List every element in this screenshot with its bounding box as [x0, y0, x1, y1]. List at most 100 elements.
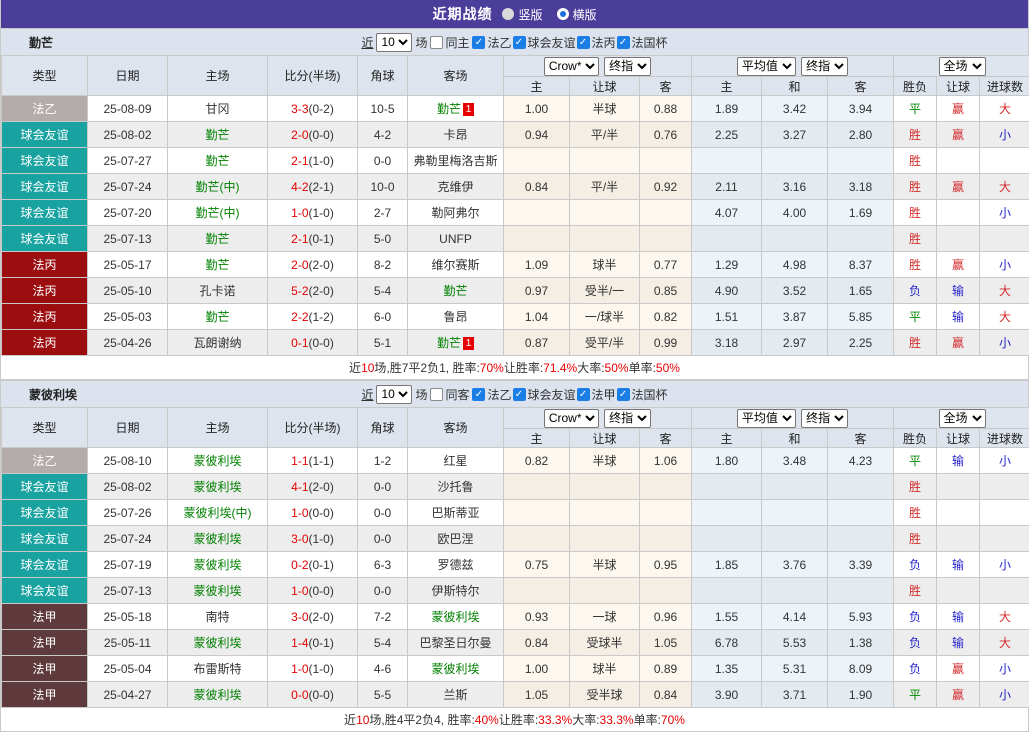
checkbox-checked-icon[interactable]: ✓	[472, 387, 486, 401]
sub-header-result: 胜负	[893, 428, 938, 448]
avg-odds-away	[826, 473, 895, 500]
home-team-cell: 勤芒	[167, 121, 268, 148]
radio-horizontal-layout[interactable]: 横版	[556, 6, 597, 23]
match-date: 25-05-03	[87, 303, 168, 330]
col-header-score: 比分(半场)	[267, 55, 358, 96]
match-count-select[interactable]: 10	[376, 384, 413, 404]
radio-unselected-icon[interactable]	[502, 8, 515, 20]
home-team-name: 布雷斯特	[193, 662, 242, 676]
away-team-name: 沙托鲁	[437, 480, 474, 494]
match-date: 25-04-26	[87, 329, 168, 356]
away-team-name: 勤芒	[436, 336, 461, 350]
home-team-name: 蒙彼利埃	[193, 480, 242, 494]
scope-select[interactable]: 全场	[938, 408, 986, 428]
filters: 近 10 场 同主 ✓ 法乙 ✓ 球会友谊 ✓ 法丙 ✓ 法国杯	[1, 32, 1028, 52]
handicap-outcome: 赢	[936, 251, 981, 278]
corners-cell: 8-2	[357, 251, 408, 278]
home-team-cell: 蒙彼利埃	[167, 473, 268, 500]
league-filter-label: 法乙	[487, 387, 512, 402]
league-filter-法丙[interactable]: ✓ 法丙	[576, 34, 616, 51]
same-home-label: 同主	[445, 35, 470, 50]
corners-cell: 0-0	[357, 473, 408, 500]
odds-stage-select[interactable]: 终指	[604, 408, 652, 428]
summary-segment: 50%	[604, 360, 629, 375]
recent-link[interactable]: 近	[361, 386, 373, 403]
league-filter-球会友谊[interactable]: ✓ 球会友谊	[512, 386, 576, 403]
match-date: 25-08-02	[87, 473, 168, 500]
avg-odds-select[interactable]: 平均值	[736, 56, 796, 76]
checkbox-unchecked-icon[interactable]	[430, 387, 444, 401]
handicap-line: 受平/半	[569, 329, 640, 356]
match-date: 25-08-02	[87, 121, 168, 148]
half-time-score: (0-0)	[308, 127, 334, 142]
handicap-line	[569, 499, 640, 526]
same-away-checkbox[interactable]: 同客	[430, 386, 469, 403]
full-time-score: 3-0	[291, 609, 309, 624]
handicap-outcome: 输	[936, 277, 981, 304]
result-outcome: 胜	[893, 525, 938, 552]
page-title: 近期战绩	[432, 6, 493, 22]
same-home-checkbox[interactable]: 同主	[430, 34, 469, 51]
radio-vertical-layout[interactable]: 竖版	[502, 6, 543, 23]
scope-select[interactable]: 全场	[938, 56, 986, 76]
result-outcome: 胜	[893, 329, 938, 356]
odds-source-select[interactable]: Crow*	[543, 408, 599, 428]
result-outcome: 胜	[893, 147, 938, 174]
full-time-score: 0-0	[291, 687, 309, 702]
summary-segment: 让胜率:	[503, 361, 544, 375]
league-filter-球会友谊[interactable]: ✓ 球会友谊	[512, 34, 576, 51]
league-filter-法国杯[interactable]: ✓ 法国杯	[616, 34, 668, 51]
avg-stage-select[interactable]: 终指	[801, 56, 849, 76]
scope-group: 全场	[893, 407, 1029, 429]
checkbox-checked-icon[interactable]: ✓	[576, 35, 590, 49]
avg-odds-draw: 3.71	[761, 681, 828, 708]
avg-odds-home	[691, 499, 762, 526]
score-cell: 1-1(1-1)	[267, 447, 358, 474]
corners-cell: 5-4	[357, 277, 408, 304]
handicap-outcome	[936, 199, 981, 226]
league-filter-法甲[interactable]: ✓ 法甲	[576, 386, 616, 403]
home-team-cell: 蒙彼利埃	[167, 629, 268, 656]
checkbox-checked-icon[interactable]: ✓	[512, 35, 526, 49]
score-cell: 4-2(2-1)	[267, 173, 358, 200]
checkbox-checked-icon[interactable]: ✓	[576, 387, 590, 401]
recent-link[interactable]: 近	[361, 34, 373, 51]
checkbox-unchecked-icon[interactable]	[430, 35, 444, 49]
league-badge: 法甲	[1, 655, 88, 682]
result-outcome: 平	[893, 447, 938, 474]
odds-source-select[interactable]: Crow*	[543, 56, 599, 76]
avg-odds-away: 1.38	[826, 629, 895, 656]
half-time-score: (0-2)	[308, 101, 334, 116]
odds-stage-select[interactable]: 终指	[604, 56, 652, 76]
home-team-cell: 勤芒(中)	[167, 199, 268, 226]
match-date: 25-05-17	[87, 251, 168, 278]
checkbox-checked-icon[interactable]: ✓	[616, 387, 630, 401]
score-cell: 0-0(0-0)	[267, 681, 358, 708]
avg-odds-draw: 4.14	[761, 603, 828, 630]
handicap-odds-home	[503, 147, 570, 174]
avg-odds-away: 2.80	[826, 121, 895, 148]
sub-header-away-odds: 客	[639, 76, 692, 96]
league-filter-法乙[interactable]: ✓ 法乙	[472, 34, 512, 51]
half-time-score: (2-0)	[308, 257, 334, 272]
match-date: 25-04-27	[87, 681, 168, 708]
summary-segment: 50%	[655, 360, 680, 375]
checkbox-checked-icon[interactable]: ✓	[616, 35, 630, 49]
avg-stage-select[interactable]: 终指	[801, 408, 849, 428]
handicap-odds-away: 0.99	[639, 329, 692, 356]
full-time-score: 2-1	[291, 231, 309, 246]
league-badge: 球会友谊	[1, 173, 88, 200]
league-filter-法国杯[interactable]: ✓ 法国杯	[616, 386, 668, 403]
sub-header-avg-home: 主	[691, 428, 762, 448]
checkbox-checked-icon[interactable]: ✓	[472, 35, 486, 49]
checkbox-checked-icon[interactable]: ✓	[512, 387, 526, 401]
radio-selected-icon[interactable]	[556, 8, 569, 20]
avg-odds-select[interactable]: 平均值	[736, 408, 796, 428]
home-team-name: 南特	[205, 610, 230, 624]
full-time-score: 1-0	[291, 661, 309, 676]
league-filter-法乙[interactable]: ✓ 法乙	[472, 386, 512, 403]
half-time-score: (2-0)	[308, 283, 334, 298]
handicap-odds-home	[503, 225, 570, 252]
match-count-select[interactable]: 10	[376, 32, 413, 52]
handicap-odds-home: 1.00	[503, 655, 570, 682]
